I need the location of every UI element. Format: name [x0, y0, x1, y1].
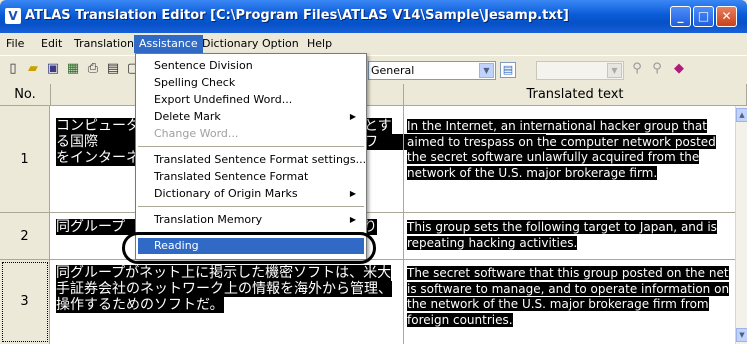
menu-item-label: Translated Sentence Format settings... [154, 153, 367, 166]
menu-separator [138, 206, 364, 207]
app-window: V ATLAS Translation Editor [C:\Program F… [0, 0, 747, 344]
title-bar[interactable]: V ATLAS Translation Editor [C:\Program F… [0, 0, 747, 33]
submenu-arrow-icon: ▶ [349, 112, 356, 121]
toolbar: ▯ ▰ ▣ ▦ ⎙ ▤ ▢ General ▼ ▤ ▼ ⚲ ⚲ ◆ [0, 55, 747, 83]
submenu-arrow-icon: ▶ [349, 189, 356, 198]
menu-item-label: Translation Memory [154, 213, 263, 226]
minimize-button[interactable]: _ [670, 6, 691, 27]
maximize-button[interactable]: □ [693, 6, 714, 27]
column-header-translated[interactable]: Translated text [404, 84, 747, 106]
menu-item-spelling-check[interactable]: Spelling Check [138, 75, 364, 91]
menu-dictionary[interactable]: Dictionary [197, 36, 263, 52]
translated-text-content: In the Internet, an international hacker… [407, 119, 716, 180]
sentence-grid: 1 コンピュータ を目的とする国際 券会社のネットワ をインターネット In t… [0, 106, 735, 344]
vertical-scrollbar[interactable]: ▲ ▼ [735, 106, 747, 344]
menu-item-dictionary-origin-marks[interactable]: Dictionary of Origin Marks ▶ [138, 186, 364, 202]
zoom-icon: ⚲ [652, 61, 662, 76]
menu-bar: File Edit Translation Assistance Diction… [0, 33, 747, 53]
row-number: 2 [0, 213, 50, 259]
translated-text[interactable]: The secret software that this group post… [407, 266, 735, 328]
menu-item-change-word: Change Word... [138, 126, 364, 142]
menu-item-translation-memory[interactable]: Translation Memory ▶ [138, 212, 364, 228]
menu-item-label: Export Undefined Word... [154, 93, 293, 106]
assistance-menu: Sentence Division Spelling Check Export … [135, 53, 367, 260]
menu-item-label: Dictionary of Origin Marks [154, 187, 298, 200]
row-number: 3 [0, 260, 50, 344]
chevron-down-icon[interactable]: ▼ [479, 63, 494, 78]
menu-translation[interactable]: Translation [69, 36, 139, 52]
column-header-no[interactable]: No. [0, 84, 51, 106]
translated-text[interactable]: In the Internet, an international hacker… [407, 119, 735, 181]
chevron-down-icon: ▼ [607, 63, 622, 78]
menu-item-label: Translated Sentence Format [154, 170, 309, 183]
field-select[interactable]: General ▼ [368, 61, 496, 80]
submenu-arrow-icon: ▶ [349, 215, 356, 224]
translated-text-content: The secret software that this group post… [407, 266, 730, 327]
print-preview-icon[interactable]: ▤ [104, 60, 122, 78]
window-title: ATLAS Translation Editor [C:\Program Fil… [25, 8, 569, 23]
translated-text[interactable]: This group sets the following target to … [407, 220, 735, 251]
table-row[interactable]: 3 同グループがネット上に掲示した機密ソフトは、米大手証券会社のネットワーク上の… [0, 260, 735, 344]
menu-item-delete-mark[interactable]: Delete Mark ▶ [138, 109, 364, 125]
menu-item-export-undefined-word[interactable]: Export Undefined Word... [138, 92, 364, 108]
menu-item-translated-format-settings[interactable]: Translated Sentence Format settings... [138, 152, 367, 168]
table-row[interactable]: 1 コンピュータ を目的とする国際 券会社のネットワ をインターネット In t… [0, 106, 735, 213]
search-icon: ⚲ [632, 61, 642, 76]
source-text[interactable]: 同グループがネット上に掲示した機密ソフトは、米大手証券会社のネットワーク上の情報… [56, 265, 396, 313]
disabled-select: ▼ [536, 61, 624, 80]
row-number: 1 [0, 106, 50, 212]
new-document-icon[interactable]: ▯ [4, 60, 22, 78]
save-icon[interactable]: ▣ [44, 60, 62, 78]
scroll-up-icon[interactable]: ▲ [736, 108, 747, 122]
table-header: No. Translated text [0, 84, 747, 106]
column-divider [403, 106, 404, 344]
open-folder-icon[interactable]: ▰ [24, 60, 42, 78]
field-select-value: General [371, 64, 415, 77]
menu-item-label: Delete Mark [154, 110, 221, 123]
menu-help[interactable]: Help [302, 36, 337, 52]
menu-item-label: Change Word... [154, 127, 239, 140]
print-icon[interactable]: ⎙ [84, 60, 102, 78]
menu-file[interactable]: File [1, 36, 29, 52]
dictionary-view-icon[interactable]: ▤ [500, 62, 516, 78]
menu-separator [138, 146, 364, 147]
save-all-icon[interactable]: ▦ [64, 60, 82, 78]
menu-edit[interactable]: Edit [36, 36, 67, 52]
close-button[interactable]: ✕ [716, 6, 737, 27]
source-text-content: 同グループがネット上に掲示した機密ソフトは、米大手証券会社のネットワーク上の情報… [56, 265, 392, 313]
menu-item-translated-format[interactable]: Translated Sentence Format [138, 169, 364, 185]
menu-assistance[interactable]: Assistance [134, 35, 203, 53]
menu-item-label: Spelling Check [154, 76, 236, 89]
eraser-icon[interactable]: ◆ [670, 60, 688, 78]
menu-option[interactable]: Option [257, 36, 304, 52]
highlight-callout-ring [122, 232, 376, 264]
menu-item-sentence-division[interactable]: Sentence Division [138, 58, 364, 74]
scroll-down-icon[interactable]: ▼ [736, 328, 747, 342]
menu-item-label: Sentence Division [154, 59, 253, 72]
app-icon[interactable]: V [5, 8, 21, 24]
translated-text-content: This group sets the following target to … [407, 220, 717, 250]
